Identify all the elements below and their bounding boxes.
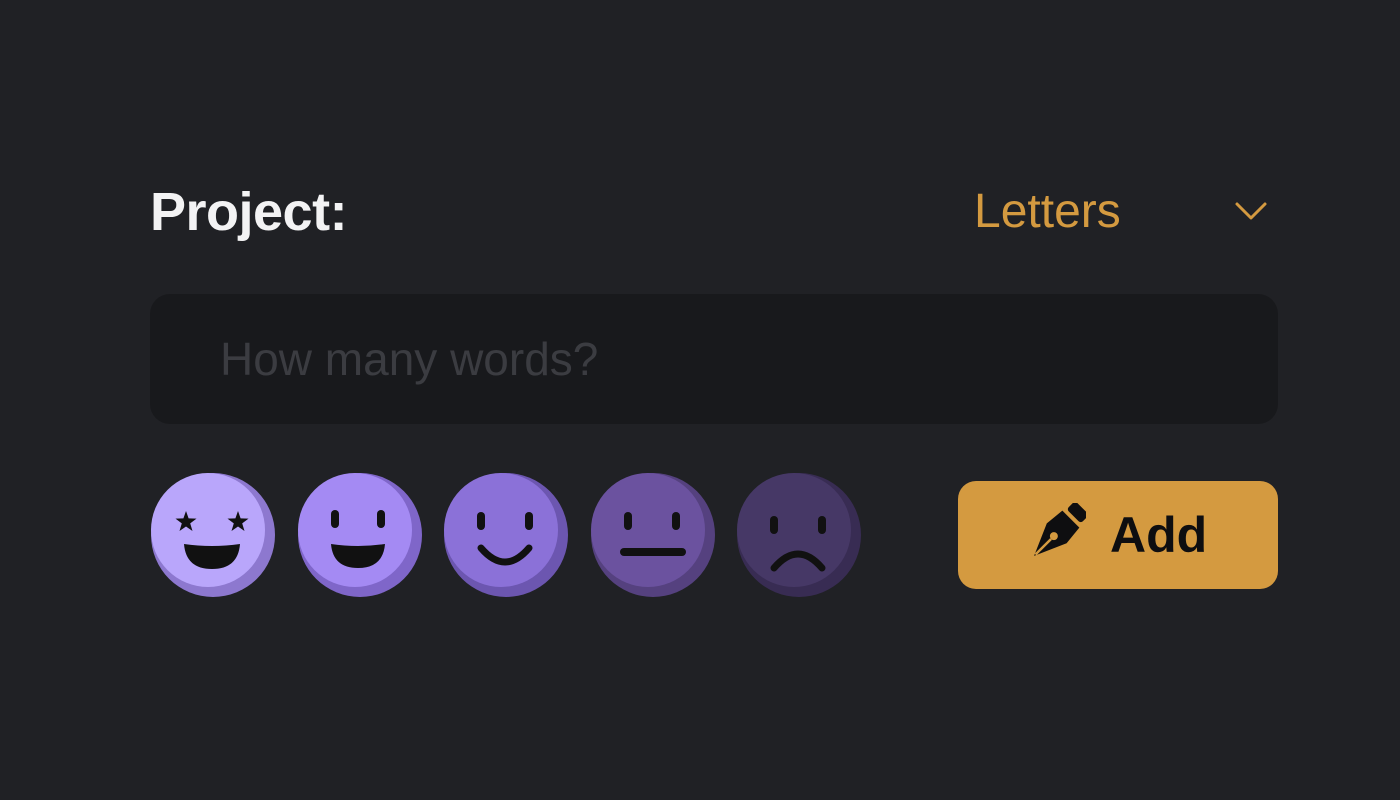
happy-face-icon [298,473,422,597]
add-entry-panel: Project: Letters How many words? Add [150,180,1278,597]
sad-face-icon [737,473,861,597]
add-button-label: Add [1110,507,1208,563]
pen-nib-icon [1034,503,1086,556]
words-count-input[interactable] [150,294,1278,424]
mood-button-star-struck[interactable] [150,472,276,598]
project-label: Project: [150,182,348,242]
chevron-down-icon [1235,202,1267,220]
mood-button-happy[interactable] [297,472,423,598]
smiling-face-icon [444,473,568,597]
mood-selector [150,472,890,600]
project-row: Project: Letters [150,180,1278,244]
star-struck-face-icon [151,473,275,597]
project-selected-value: Letters [974,185,1121,238]
neutral-face-icon [591,473,715,597]
mood-button-smiling[interactable] [443,472,569,598]
project-select[interactable]: Letters [968,180,1278,244]
mood-button-sad[interactable] [736,472,862,598]
add-button[interactable]: Add [958,481,1278,589]
mood-button-neutral[interactable] [590,472,716,598]
